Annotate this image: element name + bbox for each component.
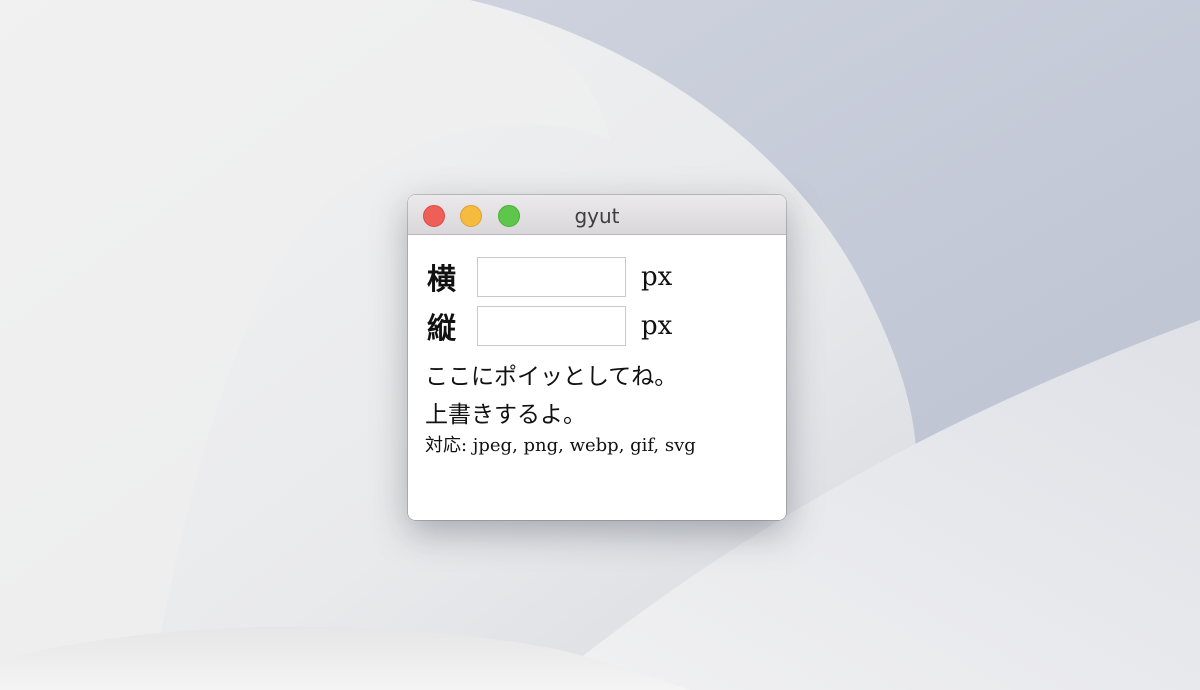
height-row: 縦 px — [427, 306, 672, 346]
width-label: 横 — [427, 262, 457, 296]
overwrite-note-text: 上書きするよ。 — [425, 402, 586, 428]
width-row: 横 px — [427, 257, 672, 297]
height-label: 縦 — [427, 311, 457, 345]
supported-formats-text: 対応: jpeg, png, webp, gif, svg — [425, 435, 696, 456]
drop-hint-text: ここにポイッとしてね。 — [425, 364, 678, 390]
app-window: gyut 横 px 縦 px ここにポイッとしてね。 上書きするよ。 対応: j… — [408, 195, 786, 520]
height-input[interactable] — [477, 306, 626, 346]
title-bar[interactable]: gyut — [408, 195, 786, 235]
window-title: gyut — [574, 204, 620, 228]
width-input[interactable] — [477, 257, 626, 297]
width-unit: px — [641, 262, 673, 292]
desktop: gyut 横 px 縦 px ここにポイッとしてね。 上書きするよ。 対応: j… — [0, 0, 1200, 690]
height-unit: px — [641, 311, 673, 341]
